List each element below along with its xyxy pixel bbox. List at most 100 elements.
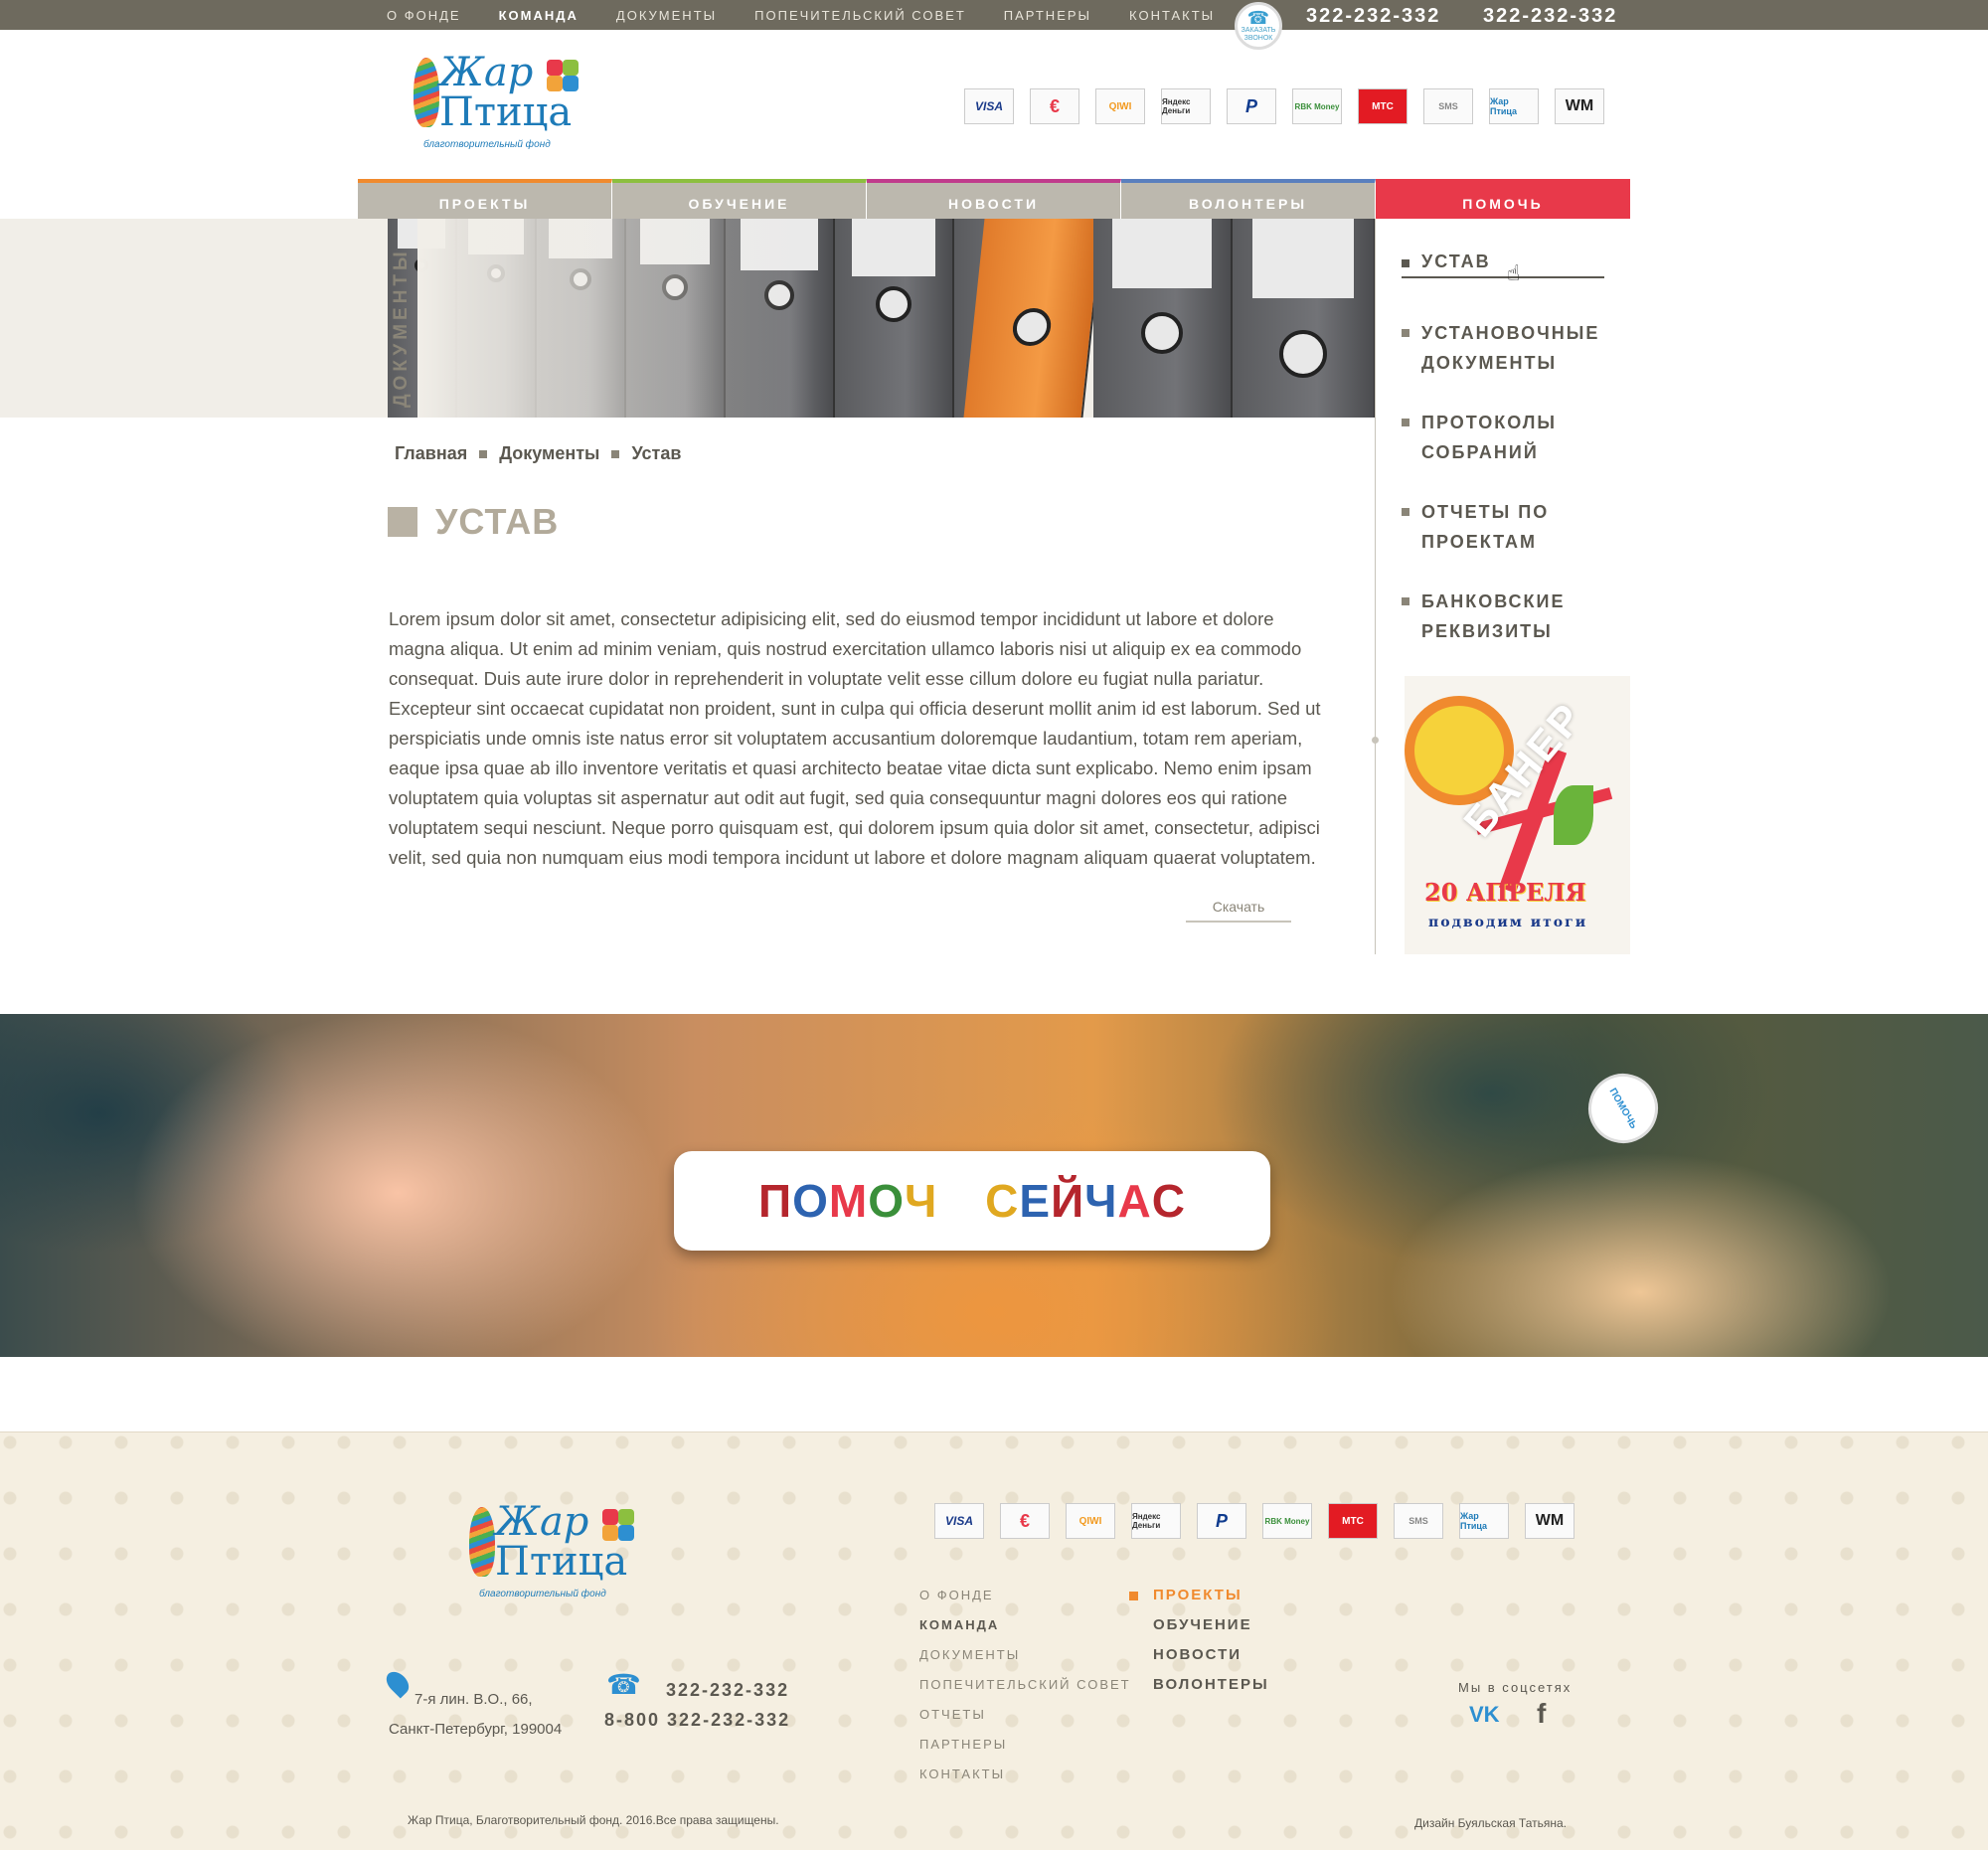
phone-icon: ☎ (606, 1669, 641, 1700)
address-line-1: 7-я лин. В.О., 66, (414, 1691, 533, 1708)
yandex-money-icon[interactable]: Яндекс Деньги (1131, 1503, 1181, 1539)
divider-dot (1372, 737, 1379, 744)
title-square-icon (388, 507, 417, 537)
top-nav-partners[interactable]: ПАРТНЕРЫ (1004, 8, 1091, 23)
zhar-ptitsa-icon[interactable]: Жар Птица (1459, 1503, 1509, 1539)
footer-nav-reports[interactable]: ОТЧЕТЫ (919, 1700, 1131, 1730)
sms-icon[interactable]: SMS (1394, 1503, 1443, 1539)
banner-subtitle: подводим итоги (1428, 915, 1588, 930)
hero-side-title: ДОКУМЕНТЫ (391, 248, 412, 409)
facebook-icon[interactable]: f (1537, 1698, 1546, 1730)
help-button-letter: Й (1051, 1175, 1085, 1227)
top-nav-board[interactable]: ПОПЕЧИТЕЛЬСКИЙ СОВЕТ (754, 8, 966, 23)
sidebar-item-minutes[interactable]: ПРОТОКОЛЫ СОБРАНИЙ (1402, 408, 1620, 467)
page-title: УСТАВ (388, 501, 559, 543)
help-button-letter (971, 1174, 985, 1228)
sidebar-item-founding-docs[interactable]: УСТАНОВОЧНЫЕ ДОКУМЕНТЫ (1402, 318, 1620, 378)
callback-button[interactable]: ☎ ЗАКАЗАТЬ ЗВОНОК (1235, 2, 1282, 50)
visa-icon[interactable]: VISA (964, 88, 1014, 124)
footer-nav-news[interactable]: НОВОСТИ (1153, 1640, 1269, 1670)
top-nav-contacts[interactable]: КОНТАКТЫ (1129, 8, 1215, 23)
top-bar: О ФОНДЕ КОМАНДА ДОКУМЕНТЫ ПОПЕЧИТЕЛЬСКИЙ… (0, 0, 1988, 30)
help-button-letter: О (868, 1175, 905, 1227)
help-badge[interactable]: ПОМОЧЬ (1575, 1061, 1671, 1156)
sidebar-item-charter[interactable]: УСТАВ (1402, 249, 1604, 278)
paypal-icon[interactable]: P (1227, 88, 1276, 124)
mts-icon[interactable]: МТС (1328, 1503, 1378, 1539)
main-menu: ПРОЕКТЫ ОБУЧЕНИЕ НОВОСТИ ВОЛОНТЕРЫ ПОМОЧ… (358, 179, 1630, 219)
footer-nav-contacts[interactable]: КОНТАКТЫ (919, 1760, 1131, 1789)
vk-icon[interactable]: VK (1469, 1702, 1500, 1728)
footer-nav-team[interactable]: КОМАНДА (919, 1610, 1131, 1640)
footer-payment-methods: VISA € QIWI Яндекс Деньги P RBK Money МТ… (934, 1503, 1574, 1539)
breadcrumb-separator (479, 449, 488, 458)
breadcrumb-current: Устав (631, 443, 682, 463)
yandex-icon[interactable]: € (1030, 88, 1079, 124)
logo-tagline: благотворительный фонд (423, 139, 551, 150)
breadcrumb-documents[interactable]: Документы (499, 443, 599, 464)
menu-help[interactable]: ПОМОЧЬ (1376, 179, 1630, 219)
top-nav-team[interactable]: КОМАНДА (499, 8, 579, 23)
paypal-icon[interactable]: P (1197, 1503, 1246, 1539)
download-link[interactable]: Скачать (1186, 899, 1291, 923)
logo[interactable]: Жар Птица благотворительный фонд (410, 50, 598, 153)
help-button-letter: Ч (905, 1175, 938, 1227)
promo-banner[interactable]: БАНЕР 20 АПРЕЛЯ подводим итоги (1405, 676, 1630, 954)
help-button-letter: С (985, 1175, 1020, 1227)
footer-nav-volunteers[interactable]: ВОЛОНТЕРЫ (1153, 1670, 1269, 1700)
hero-fade (417, 219, 815, 418)
puzzle-icon (547, 60, 586, 99)
webmoney-icon[interactable]: WM (1525, 1503, 1574, 1539)
menu-news[interactable]: НОВОСТИ (867, 179, 1121, 219)
qiwi-icon[interactable]: QIWI (1066, 1503, 1115, 1539)
help-button-letter: Ь (937, 1175, 972, 1227)
zhar-ptitsa-icon[interactable]: Жар Птица (1489, 88, 1539, 124)
puzzle-icon (602, 1509, 642, 1549)
breadcrumb-home[interactable]: Главная (395, 443, 467, 464)
footer-nav-partners[interactable]: ПАРТНЕРЫ (919, 1730, 1131, 1760)
footer-nav-about[interactable]: О ФОНДЕ (919, 1581, 1131, 1610)
footer-nav-board[interactable]: ПОПЕЧИТЕЛЬСКИЙ СОВЕТ (919, 1670, 1131, 1700)
rbk-money-icon[interactable]: RBK Money (1292, 88, 1342, 124)
footer-nav-documents[interactable]: ДОКУМЕНТЫ (919, 1640, 1131, 1670)
footer-address: 7-я лин. В.О., 66, Санкт-Петербург, 1990… (389, 1685, 562, 1745)
help-button-letter: Ч (1084, 1175, 1118, 1227)
sms-icon[interactable]: SMS (1423, 88, 1473, 124)
sidebar-item-bank-details[interactable]: БАНКОВСКИЕ РЕКВИЗИТЫ (1402, 587, 1620, 646)
address-line-2: Санкт-Петербург, 199004 (389, 1721, 563, 1738)
footer-phone-1[interactable]: 322-232-332 (666, 1680, 789, 1701)
menu-education[interactable]: ОБУЧЕНИЕ (612, 179, 867, 219)
help-button-letter: П (758, 1175, 793, 1227)
mts-icon[interactable]: МТС (1358, 88, 1408, 124)
footer-phone-2[interactable]: 8-800 322-232-332 (604, 1710, 790, 1731)
footer-logo[interactable]: Жар Птица благотворительный фонд (465, 1499, 654, 1602)
sidebar-item-project-reports[interactable]: ОТЧЕТЫ ПО ПРОЕКТАМ (1402, 497, 1620, 557)
help-button-letter: М (828, 1175, 869, 1227)
hand-cursor-icon: ☝ (1507, 260, 1521, 285)
help-button-letter: С (1151, 1175, 1186, 1227)
top-nav-documents[interactable]: ДОКУМЕНТЫ (616, 8, 717, 23)
footer-nav-secondary: ПРОЕКТЫ ОБУЧЕНИЕ НОВОСТИ ВОЛОНТЕРЫ (1129, 1581, 1269, 1700)
top-phone-2[interactable]: 322-232-332 (1483, 0, 1617, 30)
webmoney-icon[interactable]: WM (1555, 88, 1604, 124)
drawing-leaf (1554, 785, 1593, 845)
top-nav-about[interactable]: О ФОНДЕ (387, 8, 461, 23)
yandex-icon[interactable]: € (1000, 1503, 1050, 1539)
menu-volunteers[interactable]: ВОЛОНТЕРЫ (1121, 179, 1376, 219)
help-button-letter: А (1117, 1175, 1152, 1227)
body-text: Lorem ipsum dolor sit amet, consectetur … (389, 608, 1321, 868)
menu-projects[interactable]: ПРОЕКТЫ (358, 179, 612, 219)
footer-nav-projects[interactable]: ПРОЕКТЫ (1129, 1581, 1269, 1610)
rbk-money-icon[interactable]: RBK Money (1262, 1503, 1312, 1539)
footer-nav-education[interactable]: ОБУЧЕНИЕ (1153, 1610, 1269, 1640)
yandex-money-icon[interactable]: Яндекс Деньги (1161, 88, 1211, 124)
callback-label: ЗАКАЗАТЬ ЗВОНОК (1241, 27, 1276, 42)
help-now-button[interactable]: ПОМОЧЬ СЕЙЧАС (674, 1151, 1270, 1251)
banner-date: 20 АПРЕЛЯ (1424, 878, 1586, 907)
top-phone-1[interactable]: 322-232-332 (1306, 0, 1440, 30)
visa-icon[interactable]: VISA (934, 1503, 984, 1539)
sidebar-nav: УСТАВ УСТАНОВОЧНЫЕ ДОКУМЕНТЫ ПРОТОКОЛЫ С… (1402, 249, 1620, 676)
breadcrumb: Главная Документы Устав (395, 443, 681, 464)
copyright: Жар Птица, Благотворительный фонд. 2016.… (408, 1813, 779, 1827)
qiwi-icon[interactable]: QIWI (1095, 88, 1145, 124)
